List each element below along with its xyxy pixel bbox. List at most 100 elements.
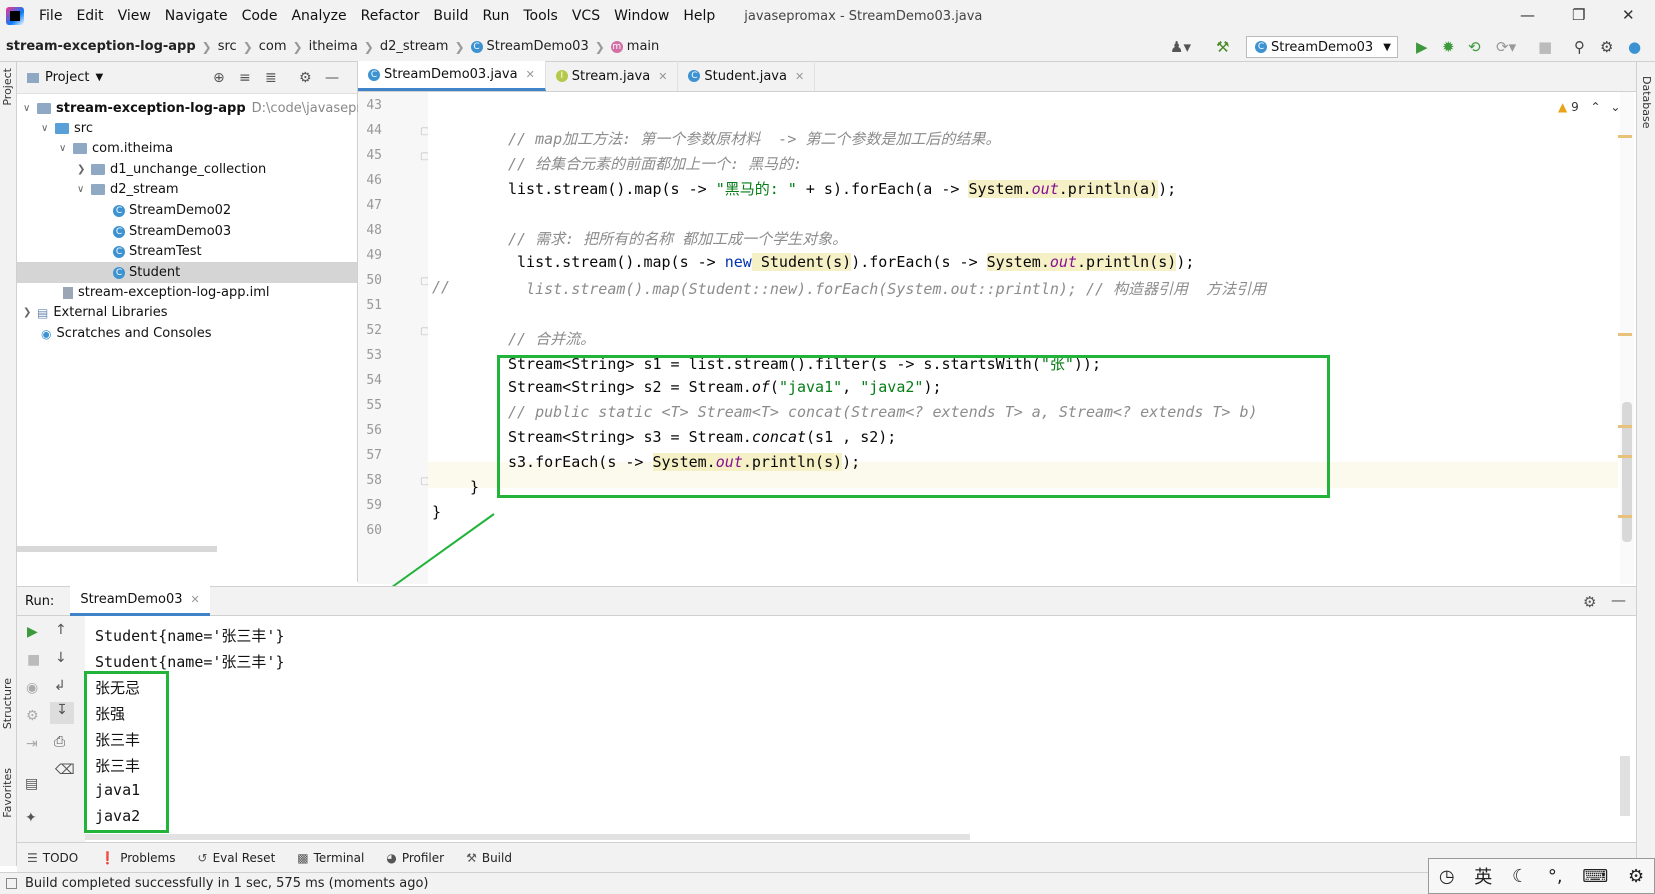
scroll-marker[interactable]	[1618, 425, 1632, 428]
punctuation-icon[interactable]: °,	[1548, 866, 1563, 887]
tool-profiler[interactable]: ◕ Profiler	[386, 851, 444, 865]
exit-icon[interactable]: ⇥	[26, 736, 38, 752]
scroll-marker[interactable]	[1618, 135, 1632, 138]
print-icon[interactable]: ⎙	[54, 734, 65, 750]
console-vertical-scrollbar[interactable]	[1620, 756, 1630, 816]
chevron-right-icon[interactable]: ❯	[77, 164, 91, 175]
ime-language[interactable]: 英	[1474, 863, 1492, 889]
breadcrumb-d2-stream[interactable]: d2_stream	[380, 39, 449, 54]
coverage-icon[interactable]: ⟲	[1468, 38, 1481, 56]
tree-item-student[interactable]: C Student	[17, 262, 357, 283]
tool-terminal[interactable]: ▩ Terminal	[297, 851, 364, 865]
tab-student[interactable]: C Student.java ✕	[678, 61, 816, 91]
moon-icon[interactable]: ☾	[1512, 866, 1528, 887]
horizontal-scrollbar[interactable]	[17, 546, 217, 552]
console-horizontal-scrollbar[interactable]	[85, 834, 970, 840]
inspection-widget[interactable]: ▲ 9 ⌃ ⌄	[1558, 100, 1620, 114]
database-tool-label[interactable]: Database	[1640, 76, 1653, 129]
keyboard-icon[interactable]: ⌨	[1582, 866, 1608, 887]
tree-item-d2[interactable]: ∨ d2_stream	[77, 179, 179, 200]
scroll-marker[interactable]	[1618, 455, 1632, 458]
search-icon[interactable]: ⚲	[1574, 38, 1585, 56]
breadcrumb-method[interactable]: main	[627, 39, 659, 54]
pin-icon[interactable]: ✦	[25, 810, 37, 826]
tool-todo[interactable]: ☰ TODO	[27, 851, 78, 865]
collapse-all-icon[interactable]: ≣	[265, 70, 277, 86]
layout-icon[interactable]: ▤	[25, 776, 38, 792]
gear-icon[interactable]: ⚙	[1628, 866, 1644, 887]
minimize-icon[interactable]: —	[1520, 6, 1535, 24]
chevron-up-icon[interactable]: ⌃	[1591, 100, 1601, 114]
expand-all-icon[interactable]: ≡	[239, 70, 251, 86]
locate-icon[interactable]: ⊕	[213, 70, 225, 86]
stop-icon[interactable]: ■	[1538, 38, 1552, 56]
menu-run[interactable]: Run	[476, 8, 517, 24]
stop-icon[interactable]: ■	[27, 652, 40, 668]
menu-help[interactable]: Help	[676, 8, 722, 24]
plugin-icon[interactable]: ●	[1628, 38, 1641, 56]
close-icon[interactable]: ✕	[191, 593, 200, 606]
favorites-tool-label[interactable]: Favorites	[1, 768, 14, 818]
status-toggle-icon[interactable]	[6, 878, 17, 889]
tool-build[interactable]: ⚒ Build	[466, 851, 512, 865]
close-icon[interactable]: ✕	[658, 70, 667, 83]
project-view-label[interactable]: Project	[45, 70, 89, 85]
scroll-marker[interactable]	[1618, 333, 1632, 336]
gear-icon[interactable]: ⚙	[299, 70, 312, 86]
console-output[interactable]: Student{name='张三丰'} Student{name='张三丰'} …	[85, 616, 1636, 842]
close-icon[interactable]: ✕	[1622, 6, 1635, 24]
tab-stream[interactable]: I Stream.java ✕	[546, 61, 679, 91]
chevron-down-icon[interactable]: ∨	[23, 103, 37, 114]
camera-icon[interactable]: ◉	[26, 680, 38, 696]
ime-logo-icon[interactable]: ◷	[1439, 866, 1455, 887]
breadcrumb-itheima[interactable]: itheima	[309, 39, 358, 54]
menu-navigate[interactable]: Navigate	[158, 8, 235, 24]
tree-item-project-root[interactable]: ∨ stream-exception-log-app D:\code\javas…	[23, 98, 369, 119]
tree-item-d1[interactable]: ❯ d1_unchange_collection	[77, 159, 266, 180]
tree-item-streamdemo03[interactable]: C StreamDemo03	[113, 221, 231, 242]
chevron-down-icon[interactable]: ∨	[77, 184, 91, 195]
tool-eval-reset[interactable]: ↺ Eval Reset	[198, 851, 276, 865]
editor-vertical-scrollbar[interactable]	[1620, 92, 1634, 584]
chevron-right-icon[interactable]: ❯	[23, 307, 37, 318]
menu-view[interactable]: View	[111, 8, 158, 24]
tree-item-scratches[interactable]: ◉ Scratches and Consoles	[41, 323, 212, 344]
run-configuration-select[interactable]: C StreamDemo03 ▼	[1246, 36, 1398, 58]
chevron-down-icon[interactable]: ▼	[95, 72, 103, 83]
tree-item-src[interactable]: ∨ src	[41, 118, 93, 139]
user-icon[interactable]: ♟▾	[1170, 38, 1191, 56]
profile-icon[interactable]: ⟳▾	[1496, 38, 1516, 56]
scroll-to-end-icon[interactable]: ↧	[50, 702, 74, 724]
tree-item-streamdemo02[interactable]: C StreamDemo02	[113, 200, 231, 221]
menu-edit[interactable]: Edit	[69, 8, 110, 24]
close-icon[interactable]: ✕	[795, 70, 804, 83]
settings-icon[interactable]: ⚙	[26, 708, 39, 724]
menu-file[interactable]: File	[32, 8, 69, 24]
breadcrumb-project[interactable]: stream-exception-log-app	[6, 39, 196, 54]
run-tab[interactable]: StreamDemo03 ✕	[70, 586, 210, 616]
close-icon[interactable]: ✕	[526, 68, 535, 81]
menu-window[interactable]: Window	[607, 8, 676, 24]
chevron-down-icon[interactable]: ∨	[41, 123, 55, 134]
gear-icon[interactable]: ⚙	[1583, 593, 1596, 611]
menu-refactor[interactable]: Refactor	[354, 8, 427, 24]
hide-icon[interactable]: —	[325, 70, 339, 86]
scroll-marker[interactable]	[1618, 515, 1632, 518]
chevron-down-icon[interactable]: ⌄	[1610, 100, 1620, 114]
tree-item-external-libraries[interactable]: ❯ ▤ External Libraries	[23, 302, 168, 323]
chevron-down-icon[interactable]: ∨	[59, 143, 73, 154]
tab-streamdemo03[interactable]: C StreamDemo03.java ✕	[358, 61, 546, 91]
down-arrow-icon[interactable]: ↓	[55, 650, 67, 666]
scrollbar-thumb[interactable]	[1622, 402, 1632, 542]
breadcrumb-com[interactable]: com	[259, 39, 287, 54]
tree-item-iml[interactable]: stream-exception-log-app.iml	[63, 282, 269, 303]
hide-icon[interactable]: —	[1611, 591, 1626, 609]
menu-tools[interactable]: Tools	[516, 8, 565, 24]
structure-tool-label[interactable]: Structure	[1, 678, 14, 729]
restore-icon[interactable]: ❐	[1572, 6, 1585, 24]
debug-icon[interactable]: ✹	[1442, 38, 1455, 56]
breadcrumb-class[interactable]: StreamDemo03	[487, 39, 589, 54]
tree-item-streamtest[interactable]: C StreamTest	[113, 241, 202, 262]
menu-code[interactable]: Code	[235, 8, 285, 24]
tree-item-package[interactable]: ∨ com.itheima	[59, 138, 173, 159]
